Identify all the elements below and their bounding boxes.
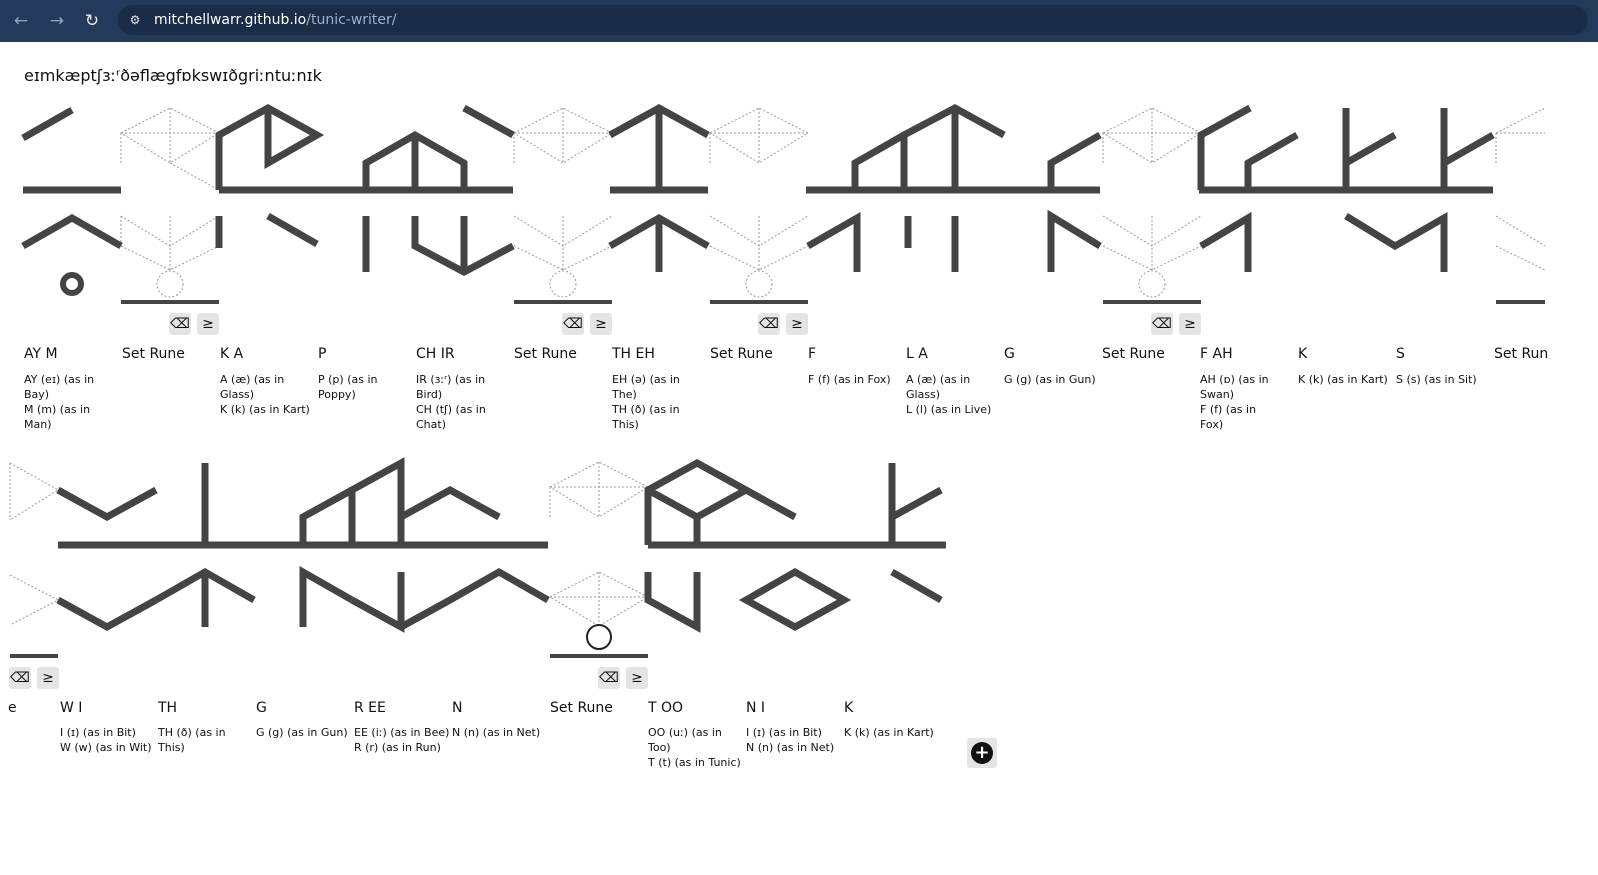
rune-sounds: OO (uː) (as in Too) T (t) (as in Tunic): [648, 726, 741, 769]
rune-sounds: K (k) (as in Kart): [1298, 373, 1388, 386]
row1-strokes: [21, 104, 1545, 304]
rune-word: R EE: [354, 700, 386, 716]
rune-sounds: AY (eɪ) (as in Bay) M (m) (as in Man): [24, 373, 95, 431]
rune-sounds: A (æ) (as in Glass) L (l) (as in Live): [906, 373, 992, 416]
rune-sounds: EE (iː) (as in Bee) R (r) (as in Run): [354, 726, 450, 754]
rune-word: N: [452, 700, 463, 716]
plus-circle-icon: +: [971, 742, 993, 764]
rune-word: TH EH: [612, 346, 655, 362]
next-rune-button[interactable]: ≥: [37, 667, 59, 689]
next-rune-button[interactable]: ≥: [590, 313, 612, 335]
rune-circle-mark[interactable]: [60, 272, 84, 296]
rune-word: G: [1004, 346, 1015, 362]
rune-sounds: I (ɪ) (as in Bit) W (w) (as in Wit): [60, 726, 152, 754]
delete-rune-button[interactable]: ⌫: [169, 313, 191, 335]
rune-circle-guide[interactable]: [586, 624, 612, 650]
row2-strokes: [10, 457, 946, 658]
rune-sounds: G (g) (as in Gun): [256, 726, 348, 739]
rune-sounds: TH (ð) (as in This): [158, 726, 226, 754]
rune-word: TH: [158, 700, 178, 716]
rune-sounds: AH (ɒ) (as in Swan) F (f) (as in Fox): [1200, 373, 1269, 431]
rune-word: L A: [906, 346, 928, 362]
rune-word: F AH: [1200, 346, 1233, 362]
rune-word: P: [318, 346, 327, 362]
rune-sounds: P (p) (as in Poppy): [318, 373, 378, 401]
delete-rune-button[interactable]: ⌫: [598, 667, 620, 689]
rune-word: AY M: [24, 346, 58, 362]
set-rune-label[interactable]: e: [8, 700, 17, 716]
rune-sounds: A (æ) (as in Glass) K (k) (as in Kart): [220, 373, 310, 416]
next-rune-button[interactable]: ≥: [786, 313, 808, 335]
rune-sounds: F (f) (as in Fox): [808, 373, 891, 386]
rune-word: K: [844, 700, 854, 716]
next-rune-button[interactable]: ≥: [626, 667, 648, 689]
rune-word: S: [1396, 346, 1405, 362]
rune-sounds: S (s) (as in Sit): [1396, 373, 1477, 386]
rune-word: G: [256, 700, 267, 716]
delete-rune-button[interactable]: ⌫: [562, 313, 584, 335]
set-rune-label[interactable]: Set Rune: [550, 700, 613, 716]
rune-word: T OO: [648, 700, 684, 716]
rune-word: W I: [60, 700, 83, 716]
rune-sounds: N (n) (as in Net): [452, 726, 541, 739]
rune-sounds: G (g) (as in Gun): [1004, 373, 1096, 386]
next-rune-button[interactable]: ≥: [197, 313, 219, 335]
rune-word: N I: [746, 700, 766, 716]
rune-word: F: [808, 346, 817, 362]
rune-sounds: K (k) (as in Kart): [844, 726, 934, 739]
set-rune-label[interactable]: Set Rune: [1102, 346, 1165, 362]
rune-word: CH IR: [416, 346, 455, 362]
delete-rune-button[interactable]: ⌫: [1151, 313, 1173, 335]
set-rune-label[interactable]: Set Rune: [122, 346, 185, 362]
rune-sounds: I (ɪ) (as in Bit) N (n) (as in Net): [746, 726, 835, 754]
next-rune-button[interactable]: ≥: [1179, 313, 1201, 335]
rune-word: K A: [220, 346, 244, 362]
set-rune-label[interactable]: Set Rune: [514, 346, 577, 362]
delete-rune-button[interactable]: ⌫: [758, 313, 780, 335]
add-rune-button[interactable]: +: [967, 738, 997, 768]
rune-sounds: IR (ɜːʳ) (as in Bird) CH (tʃ) (as in Chat…: [416, 373, 486, 431]
rune-word: K: [1298, 346, 1308, 362]
set-rune-label[interactable]: Set Rune: [710, 346, 773, 362]
delete-rune-button[interactable]: ⌫: [9, 667, 31, 689]
set-rune-label[interactable]: Set Run: [1494, 346, 1548, 362]
rune-sounds: EH (ə) (as in The) TH (ð) (as in This): [612, 373, 680, 431]
